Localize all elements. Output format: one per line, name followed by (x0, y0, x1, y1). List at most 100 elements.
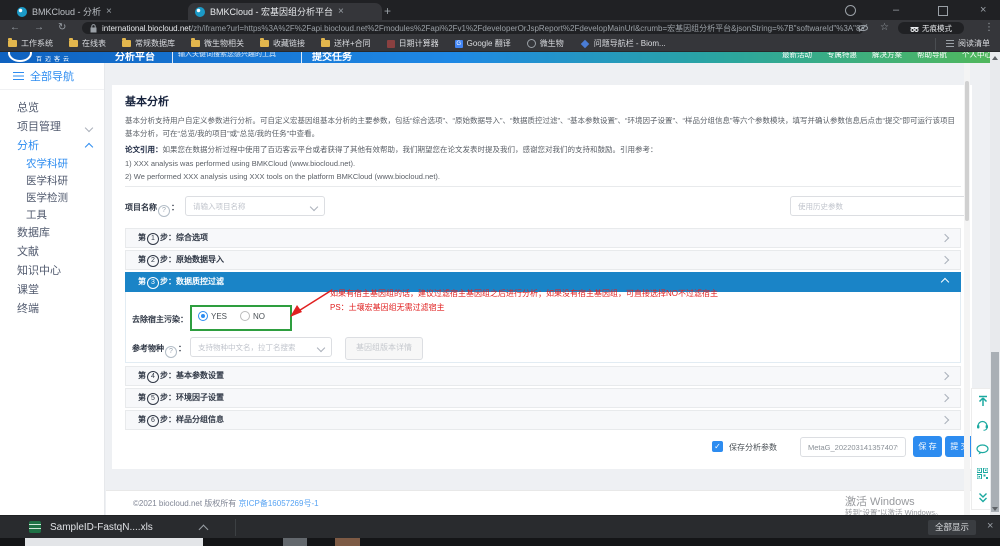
sidebar-menu: 总览 项目管理 分析 农学科研 医学科研 医学检测 工具 数据库 文献 知识中心… (0, 90, 104, 319)
save-params-checkbox[interactable]: ✓ (712, 441, 723, 452)
bookmark-item[interactable]: 微生物 (527, 38, 564, 49)
sidebar-item-analysis[interactable]: 分析 (0, 137, 104, 156)
scroll-up-arrow[interactable] (992, 56, 998, 60)
windows-taskbar (0, 538, 1000, 546)
chevron-up-icon (941, 278, 949, 286)
banner-nav-item[interactable]: 最新活动 (782, 52, 812, 60)
bookmark-folder[interactable]: 微生物相关 (191, 38, 244, 49)
chevron-down-icon (310, 203, 318, 211)
window-minimize-button[interactable]: – (893, 3, 899, 17)
genome-version-button[interactable]: 基因组版本详情 (345, 337, 423, 360)
banner-submit-task-link[interactable]: 提交任务 (312, 52, 352, 63)
chevron-right-icon (941, 256, 949, 264)
browser-tab-2[interactable]: BMKCloud - 宏基因组分析平台 × (188, 3, 382, 20)
scrollbar-thumb[interactable] (965, 81, 969, 221)
chevron-right-icon (941, 372, 949, 380)
bookmark-folder[interactable]: 在线表 (69, 38, 106, 49)
sidebar-item-tools[interactable]: 工具 (0, 207, 104, 224)
reload-button[interactable]: ↻ (58, 22, 66, 33)
sidebar-item-database[interactable]: 数据库 (0, 224, 104, 243)
intro-paragraph: 基本分析支持用户自定义参数进行分析。可自定义宏基因组基本分析的主要参数，包括“综… (125, 114, 961, 140)
bookmark-folder[interactable]: 收藏链接 (260, 38, 305, 49)
params-name-input[interactable] (800, 437, 906, 457)
sidebar: 全部导航 总览 项目管理 分析 农学科研 医学科研 医学检测 工具 数据库 文献… (0, 63, 105, 515)
sidebar-item-overview[interactable]: 总览 (0, 99, 104, 118)
browser-scrollbar[interactable] (990, 52, 1000, 515)
eye-blocked-icon[interactable] (858, 24, 868, 34)
banner-search-input[interactable]: 输入关键词搜索您感兴趣的工具 (172, 52, 302, 63)
nav-toggle-label: 全部导航 (30, 68, 74, 84)
help-icon[interactable] (158, 205, 170, 217)
taskbar-search-box[interactable] (25, 538, 203, 546)
reference-species-select[interactable]: 支持物种中文名，拉丁名搜索 (190, 337, 332, 357)
address-bar[interactable]: international.biocloud.net/zh/iframe?url… (82, 22, 864, 34)
bookmark-item[interactable]: GGoogle 翻译 (455, 38, 511, 49)
new-tab-button[interactable]: + (384, 4, 391, 18)
banner-nav-item[interactable]: 个人中心 (962, 52, 992, 60)
step-1-header[interactable]: 第1步：综合选项 (125, 228, 961, 248)
radio-no[interactable]: NO (240, 311, 265, 321)
sidebar-item-literature[interactable]: 文献 (0, 243, 104, 262)
bookmark-item[interactable]: 问题导航栏 - Biom... (580, 38, 666, 49)
step-2-header[interactable]: 第2步：原始数据导入 (125, 250, 961, 270)
bmk-logo-text: 百迈客云 (36, 54, 72, 63)
help-icon[interactable] (165, 346, 177, 358)
scrollbar-thumb[interactable] (991, 352, 999, 512)
download-expand-icon[interactable] (199, 525, 209, 535)
sidebar-item-agri-research[interactable]: 农学科研 (0, 156, 104, 173)
iframe-scrollbar[interactable] (964, 63, 970, 515)
tab-close-icon[interactable]: × (338, 7, 344, 17)
sidebar-item-terminal[interactable]: 终端 (0, 300, 104, 319)
sidebar-item-med-detection[interactable]: 医学检测 (0, 190, 104, 207)
sidebar-item-project-mgmt[interactable]: 项目管理 (0, 118, 104, 137)
downloaded-filename[interactable]: SampleID-FastqN....xls (50, 522, 153, 533)
close-shelf-icon[interactable]: × (987, 520, 993, 532)
species-placeholder: 支持物种中文名，拉丁名搜索 (198, 343, 296, 352)
step-5-header[interactable]: 第5步：环境因子设置 (125, 388, 961, 408)
back-button[interactable]: ← (10, 22, 20, 33)
project-name-label: 项目名称： (125, 202, 179, 217)
all-navigation-toggle[interactable]: 全部导航 (0, 63, 104, 90)
annotation-text: 如果有宿主基因组的话，建议过滤宿主基因组之后进行分析；如果没有宿主基因组，可直接… (330, 287, 890, 315)
step-6-header[interactable]: 第6步：样品分组信息 (125, 410, 961, 430)
bookmark-folder[interactable]: 送样+合同 (321, 38, 371, 49)
browser-menu-icon[interactable]: ⋮ (984, 22, 994, 33)
save-params-label: 保存分析参数 (729, 442, 777, 453)
browser-tab-1[interactable]: BMKCloud - 分析 × (10, 3, 192, 20)
reference-species-label: 参考物种： (132, 343, 186, 358)
project-name-select[interactable]: 请输入项目名称 (185, 196, 325, 216)
save-button[interactable]: 保 存 (913, 436, 942, 457)
banner-nav-item[interactable]: 专属特惠 (827, 52, 857, 60)
divider (125, 186, 961, 187)
browser-profile-icon[interactable] (845, 5, 856, 16)
bookmark-folder[interactable]: 工作系统 (8, 38, 53, 49)
banner-nav-item[interactable]: 帮助导航 (917, 52, 947, 60)
sidebar-item-knowledge[interactable]: 知识中心 (0, 262, 104, 281)
bookmark-folder[interactable]: 常规数据库 (122, 38, 175, 49)
window-maximize-button[interactable] (938, 6, 948, 16)
show-all-downloads-button[interactable]: 全部显示 (928, 520, 976, 535)
scroll-down-arrow[interactable] (992, 507, 998, 511)
icp-link[interactable]: 京ICP备16057269号-1 (239, 499, 319, 508)
bmk-logo (8, 52, 32, 62)
sidebar-item-classroom[interactable]: 课堂 (0, 281, 104, 300)
forward-button[interactable]: → (34, 22, 44, 33)
bookmark-star-icon[interactable]: ☆ (880, 22, 889, 33)
site-header-banner: 百迈客云 分析平台 输入关键词搜索您感兴趣的工具 提交任务 最新活动 专属特惠 … (0, 52, 1000, 63)
history-params-input[interactable] (790, 196, 970, 216)
banner-nav: 最新活动 专属特惠 解决方案 帮助导航 个人中心 (782, 52, 992, 60)
taskbar-app-icon[interactable] (283, 538, 307, 546)
tab-close-icon[interactable]: × (106, 7, 112, 17)
folder-icon (69, 40, 78, 47)
banner-nav-item[interactable]: 解决方案 (872, 52, 902, 60)
step-4-header[interactable]: 第4步：基本参数设置 (125, 366, 961, 386)
taskbar-app-icon[interactable] (335, 538, 360, 546)
bookmark-item[interactable]: 日期计算器 (387, 38, 439, 49)
sidebar-item-med-research[interactable]: 医学科研 (0, 173, 104, 190)
window-close-button[interactable]: × (980, 3, 986, 17)
reading-list-button[interactable]: 阅读清单 (935, 38, 1000, 50)
radio-yes[interactable]: YES (198, 311, 227, 321)
browser-tab-bar: BMKCloud - 分析 × BMKCloud - 宏基因组分析平台 × + … (0, 0, 1000, 20)
screen: BMKCloud - 分析 × BMKCloud - 宏基因组分析平台 × + … (0, 0, 1000, 546)
hamburger-icon (13, 72, 24, 74)
